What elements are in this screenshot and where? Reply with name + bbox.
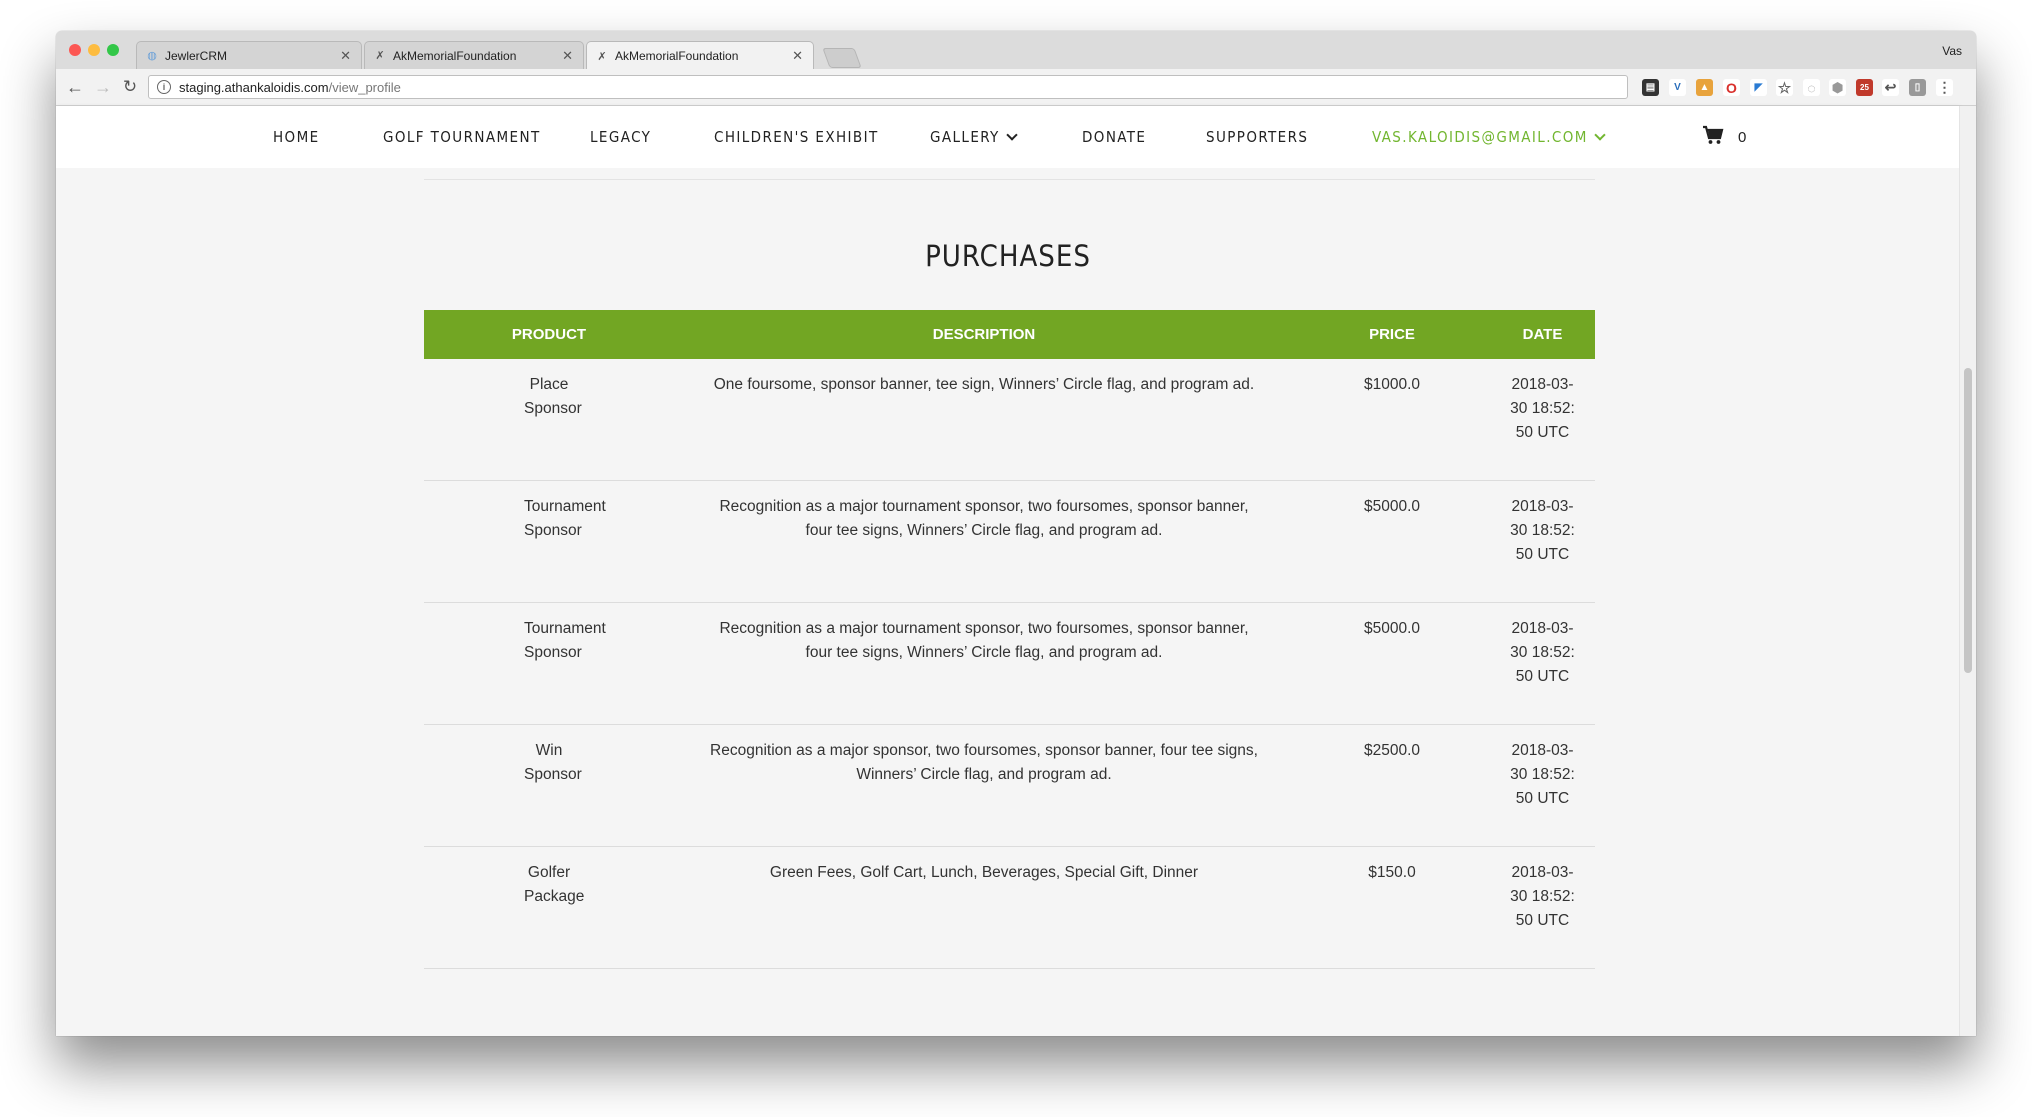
- table-row: Win Sponsor Recognition as a major spons…: [424, 725, 1595, 847]
- description-cell: Recognition as a major tournament sponso…: [719, 620, 1249, 661]
- product-cell: Tournament Sponsor: [524, 498, 606, 539]
- extension-icon[interactable]: ▤: [1642, 79, 1659, 96]
- cart-count: 0: [1738, 128, 1747, 146]
- extension-hexagon-icon[interactable]: ⬢: [1829, 79, 1846, 96]
- table-header: PRODUCT DESCRIPTION PRICE DATE: [424, 310, 1595, 359]
- reply-extension-icon[interactable]: ↩: [1882, 79, 1899, 96]
- description-cell: One foursome, sponsor banner, tee sign, …: [713, 376, 1255, 393]
- minimize-window-button[interactable]: [88, 44, 100, 56]
- purchases-table: PRODUCT DESCRIPTION PRICE DATE Place Spo…: [424, 310, 1595, 969]
- nav-supporters[interactable]: SUPPORTERS: [1206, 106, 1308, 168]
- url-host: staging.athankaloidis.com: [179, 79, 329, 95]
- nav-home[interactable]: HOME: [273, 106, 320, 168]
- opera-extension-icon[interactable]: O: [1723, 79, 1740, 96]
- nav-golf-tournament[interactable]: GOLF TOURNAMENT: [383, 106, 541, 168]
- site-navigation: HOME GOLF TOURNAMENT LEGACY CHILDREN'S E…: [56, 106, 1960, 168]
- tab-strip: ◍ JewlerCRM ✕ ✗ AkMemorialFoundation ✕ ✗…: [56, 31, 1976, 70]
- nav-childrens-exhibit[interactable]: CHILDREN'S EXHIBIT: [714, 106, 879, 168]
- page-content: PURCHASES PRODUCT DESCRIPTION PRICE DATE…: [56, 168, 1960, 1036]
- price-cell: $2500.0: [1363, 742, 1421, 759]
- forward-arrow-icon[interactable]: →: [92, 76, 114, 98]
- menu-dots-icon[interactable]: ⋮: [1936, 79, 1953, 96]
- price-cell: $150.0: [1368, 864, 1416, 881]
- profile-name[interactable]: Vas: [1942, 44, 1962, 58]
- date-cell: 2018-03-30 18:52:50 UTC: [1510, 620, 1575, 685]
- calendar-badge: 25: [1860, 83, 1869, 92]
- product-cell: Place Sponsor: [524, 376, 582, 417]
- column-header-date: DATE: [1522, 326, 1563, 343]
- address-bar[interactable]: i staging.athankaloidis.com/view_profile: [148, 75, 1628, 99]
- browser-toolbar: ← → ↻ i staging.athankaloidis.com/view_p…: [56, 69, 1976, 106]
- close-tab-icon[interactable]: ✕: [792, 48, 803, 64]
- column-header-product: PRODUCT: [511, 326, 587, 343]
- date-cell: 2018-03-30 18:52:50 UTC: [1510, 864, 1575, 929]
- back-arrow-icon[interactable]: ←: [64, 76, 86, 98]
- megaphone-extension-icon[interactable]: ◤: [1750, 79, 1767, 96]
- price-cell: $5000.0: [1363, 498, 1421, 515]
- purchases-title: PURCHASES: [925, 239, 1091, 273]
- account-email: VAS.KALOIDIS@GMAIL.COM: [1372, 128, 1588, 146]
- date-cell: 2018-03-30 18:52:50 UTC: [1510, 498, 1575, 563]
- bookmark-star-icon[interactable]: ☆: [1776, 79, 1793, 97]
- chevron-down-icon: [1594, 128, 1606, 141]
- cart-icon: [1702, 125, 1724, 149]
- close-tab-icon[interactable]: ✕: [340, 48, 351, 64]
- product-cell: Tournament Sponsor: [524, 620, 606, 661]
- nav-gallery-label: GALLERY: [930, 128, 1000, 146]
- column-header-description: DESCRIPTION: [932, 326, 1036, 343]
- extension-square-icon[interactable]: ▯: [1909, 79, 1926, 96]
- price-cell: $5000.0: [1363, 620, 1421, 637]
- table-row: Golfer Package Green Fees, Golf Cart, Lu…: [424, 847, 1595, 969]
- nav-donate[interactable]: DONATE: [1082, 106, 1146, 168]
- nav-legacy[interactable]: LEGACY: [590, 106, 651, 168]
- description-cell: Green Fees, Golf Cart, Lunch, Beverages,…: [769, 864, 1199, 881]
- globe-icon: ◍: [147, 50, 157, 62]
- description-cell: Recognition as a major tournament sponso…: [719, 498, 1249, 539]
- browser-tab-jewlercrm[interactable]: ◍ JewlerCRM ✕: [136, 41, 362, 69]
- close-window-button[interactable]: [69, 44, 81, 56]
- page-scrollbar[interactable]: [1959, 106, 1976, 1036]
- product-cell: Golfer Package: [524, 864, 585, 905]
- tab-title: AkMemorialFoundation: [393, 48, 517, 63]
- calendar-extension-icon[interactable]: 25: [1856, 79, 1873, 96]
- date-cell: 2018-03-30 18:52:50 UTC: [1510, 376, 1575, 441]
- table-row: Tournament Sponsor Recognition as a majo…: [424, 603, 1595, 725]
- browser-tab-akmemorial-1[interactable]: ✗ AkMemorialFoundation ✕: [364, 41, 584, 69]
- date-cell: 2018-03-30 18:52:50 UTC: [1510, 742, 1575, 807]
- scrollbar-thumb[interactable]: [1964, 368, 1972, 673]
- browser-tab-akmemorial-active[interactable]: ✗ AkMemorialFoundation ✕: [586, 41, 814, 70]
- new-tab-button[interactable]: [822, 48, 862, 68]
- nav-account-menu[interactable]: VAS.KALOIDIS@GMAIL.COM: [1372, 106, 1606, 168]
- description-cell: Recognition as a major sponsor, two four…: [710, 742, 1258, 783]
- column-header-price: PRICE: [1369, 326, 1415, 343]
- table-row: Place Sponsor One foursome, sponsor bann…: [424, 359, 1595, 481]
- table-row: Tournament Sponsor Recognition as a majo…: [424, 481, 1595, 603]
- reload-icon[interactable]: ↻: [119, 76, 141, 98]
- extension-icon[interactable]: ▲: [1696, 79, 1713, 96]
- url-path: /view_profile: [328, 79, 401, 95]
- price-cell: $1000.0: [1363, 376, 1421, 393]
- extension-circle-icon[interactable]: ◌: [1803, 79, 1820, 96]
- product-cell: Win Sponsor: [524, 742, 582, 783]
- window-controls: [69, 44, 119, 56]
- nav-gallery[interactable]: GALLERY: [930, 106, 1018, 168]
- tab-title: JewlerCRM: [165, 48, 228, 63]
- info-icon[interactable]: i: [157, 80, 171, 94]
- vimeo-extension-icon[interactable]: V: [1669, 79, 1686, 96]
- golf-clubs-icon: ✗: [375, 50, 385, 62]
- divider: [424, 179, 1595, 180]
- close-tab-icon[interactable]: ✕: [562, 48, 573, 64]
- chevron-down-icon: [1006, 128, 1018, 141]
- maximize-window-button[interactable]: [107, 44, 119, 56]
- tab-title: AkMemorialFoundation: [615, 49, 739, 63]
- cart-button[interactable]: 0: [1702, 106, 1746, 168]
- golf-clubs-icon: ✗: [597, 50, 607, 63]
- browser-window: ◍ JewlerCRM ✕ ✗ AkMemorialFoundation ✕ ✗…: [56, 31, 1976, 1036]
